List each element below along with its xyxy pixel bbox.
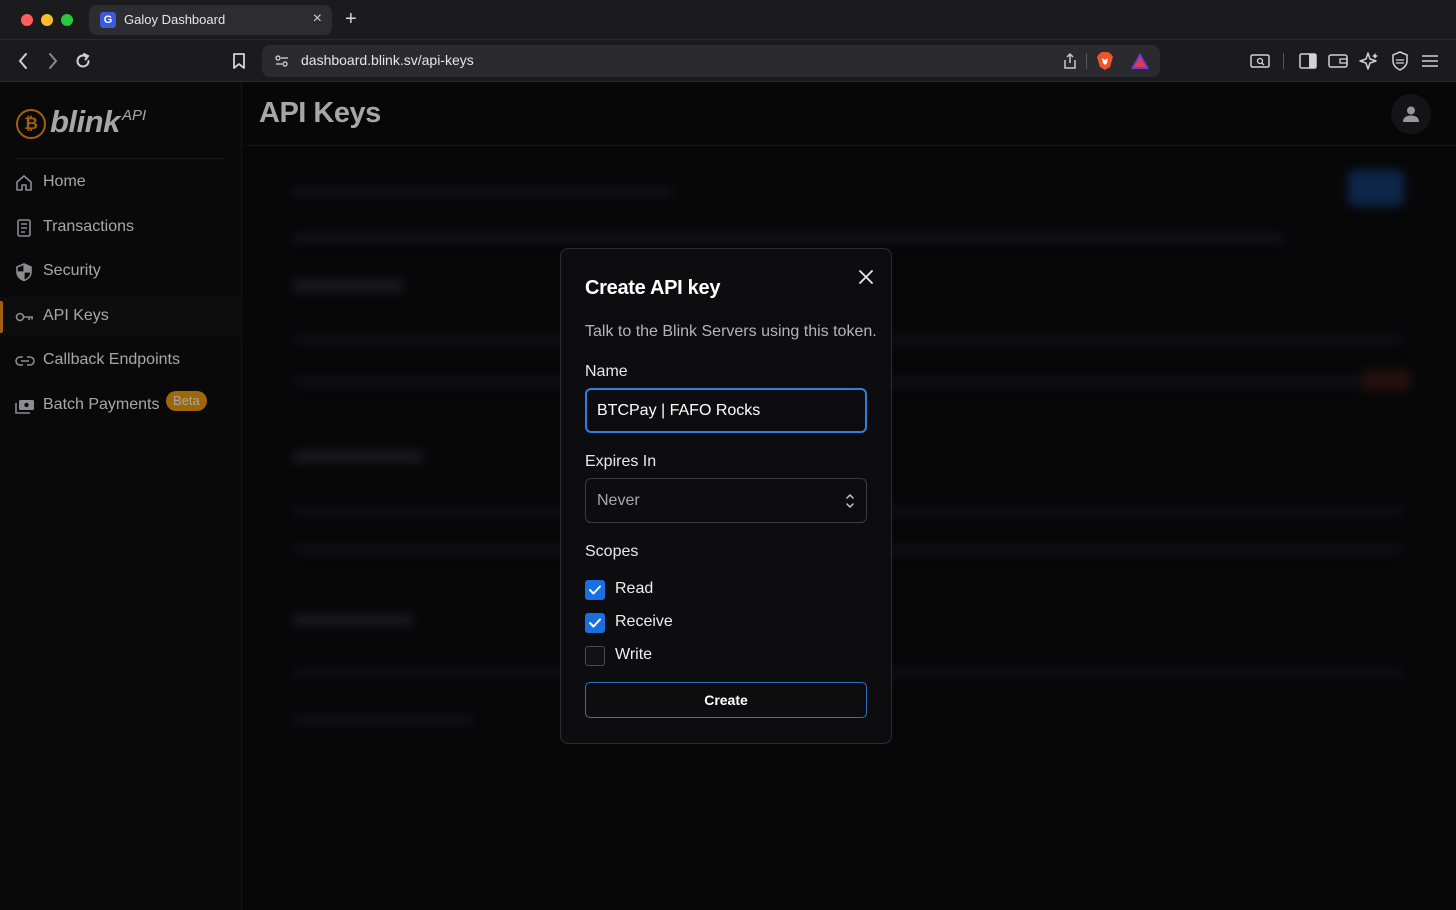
- reader-icon[interactable]: [1249, 50, 1271, 72]
- dialog-title: Create API key: [585, 277, 721, 299]
- leo-icon[interactable]: [1358, 50, 1380, 72]
- reload-icon[interactable]: [72, 50, 94, 72]
- close-tab-icon[interactable]: ×: [313, 10, 322, 28]
- minimize-window-button[interactable]: [41, 14, 53, 26]
- scope-label: Read: [615, 580, 654, 597]
- back-icon[interactable]: [12, 50, 34, 72]
- create-button[interactable]: Create: [585, 682, 867, 718]
- scope-label: Write: [615, 646, 653, 663]
- close-window-button[interactable]: [21, 14, 33, 26]
- new-tab-icon[interactable]: +: [345, 8, 357, 30]
- browser-tab[interactable]: G Galoy Dashboard ×: [89, 5, 332, 35]
- scope-label: Receive: [615, 613, 673, 630]
- bookmark-icon[interactable]: [228, 50, 250, 72]
- browser-toolbar: dashboard.blink.sv/api-keys: [0, 40, 1456, 82]
- name-label: Name: [585, 363, 628, 380]
- expires-select[interactable]: Never: [585, 478, 867, 523]
- close-icon[interactable]: [855, 266, 877, 288]
- check-icon: [589, 585, 601, 595]
- dialog-description: Talk to the Blink Servers using this tok…: [585, 323, 877, 340]
- expires-selected-value: Never: [597, 492, 640, 509]
- url-text: dashboard.blink.sv/api-keys: [301, 52, 474, 68]
- share-icon[interactable]: [1062, 52, 1078, 75]
- tab-title: Galoy Dashboard: [124, 12, 226, 27]
- address-bar[interactable]: dashboard.blink.sv/api-keys: [262, 45, 1160, 77]
- sidebar-icon[interactable]: [1297, 50, 1319, 72]
- scopes-label: Scopes: [585, 543, 639, 560]
- divider: [1086, 53, 1087, 69]
- browser-tab-bar: G Galoy Dashboard × +: [0, 0, 1456, 40]
- read-checkbox[interactable]: [585, 580, 605, 600]
- receive-checkbox[interactable]: [585, 613, 605, 633]
- wallet-icon[interactable]: [1327, 50, 1349, 72]
- write-checkbox[interactable]: [585, 646, 605, 666]
- vpn-icon[interactable]: [1389, 50, 1411, 72]
- maximize-window-button[interactable]: [61, 14, 73, 26]
- favicon-icon: G: [100, 12, 116, 28]
- check-icon: [589, 618, 601, 628]
- chevron-up-down-icon: [845, 492, 855, 510]
- forward-icon[interactable]: [42, 50, 64, 72]
- name-field[interactable]: [585, 388, 867, 433]
- menu-icon[interactable]: [1419, 50, 1441, 72]
- divider: [1283, 53, 1284, 69]
- brave-rewards-icon[interactable]: [1130, 52, 1150, 75]
- brave-shield-icon[interactable]: [1096, 51, 1114, 76]
- expires-label: Expires In: [585, 453, 657, 470]
- site-settings-icon[interactable]: [274, 53, 290, 74]
- create-api-key-dialog: Create API key Talk to the Blink Servers…: [560, 248, 892, 744]
